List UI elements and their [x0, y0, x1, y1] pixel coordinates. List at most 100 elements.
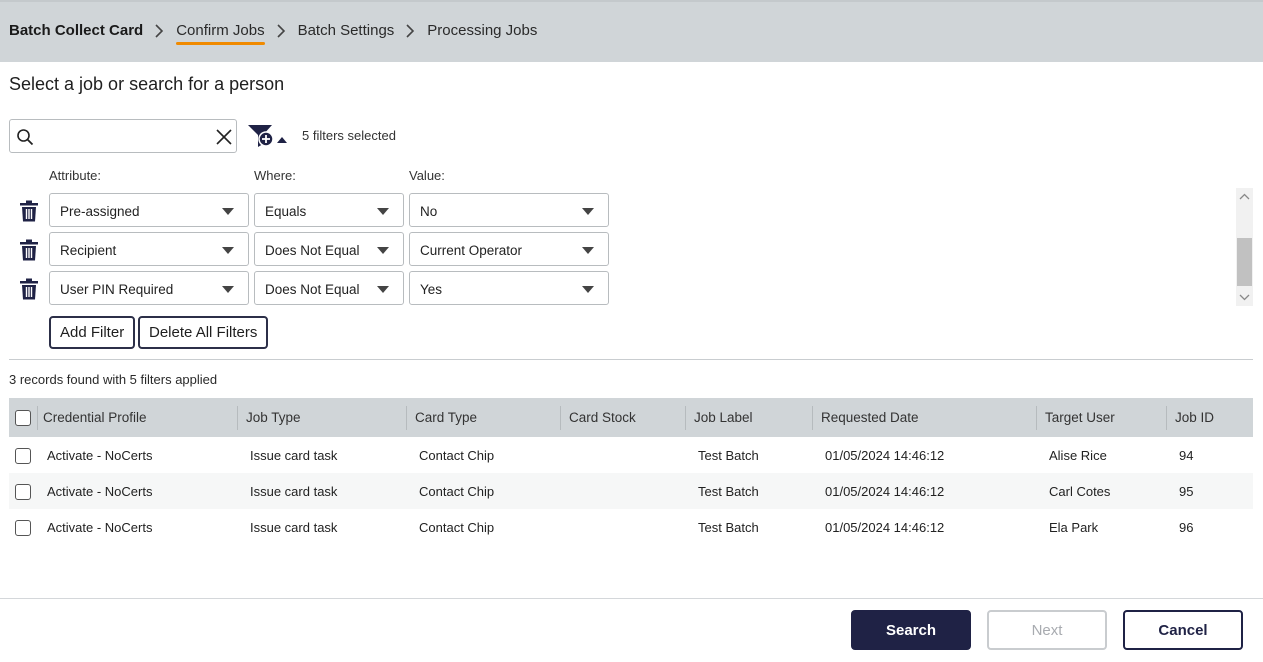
- chevron-right-icon: [276, 23, 285, 38]
- add-filter-button[interactable]: Add Filter: [49, 316, 136, 349]
- search-icon: [17, 129, 34, 146]
- trash-icon[interactable]: [19, 200, 39, 222]
- cell-job-label: Test Batch: [698, 448, 759, 463]
- row-checkbox[interactable]: [15, 484, 31, 500]
- cell-requested-date: 01/05/2024 14:46:12: [825, 448, 945, 463]
- trash-icon[interactable]: [19, 278, 39, 300]
- breadcrumb-bar: Batch Collect Card Confirm Jobs Batch Se…: [0, 0, 1263, 62]
- breadcrumb-item-confirm-jobs[interactable]: Confirm Jobs: [176, 22, 265, 45]
- filter-value-select[interactable]: Yes: [409, 271, 609, 305]
- select-all-checkbox[interactable]: [15, 410, 31, 426]
- column-divider: [1036, 406, 1037, 430]
- cell-target-user: Alise Rice: [1049, 448, 1107, 463]
- filter-where-select[interactable]: Equals: [254, 193, 404, 227]
- column-divider: [237, 406, 238, 430]
- column-header-job-id[interactable]: Job ID: [1175, 410, 1214, 425]
- filter-value-header: Value:: [409, 168, 445, 183]
- scroll-down-icon[interactable]: [1236, 290, 1253, 304]
- table-row[interactable]: Activate - NoCerts Issue card task Conta…: [9, 509, 1253, 545]
- filter-attribute-select[interactable]: Pre-assigned: [49, 193, 249, 227]
- column-divider: [37, 406, 38, 430]
- cell-job-type: Issue card task: [250, 448, 338, 463]
- scroll-up-icon[interactable]: [1236, 190, 1253, 204]
- page-title: Select a job or search for a person: [9, 74, 285, 94]
- filter-row: Recipient Does Not Equal Current Operato…: [0, 232, 620, 266]
- records-summary: 3 records found with 5 filters applied: [9, 372, 218, 387]
- select-value: No: [420, 204, 438, 219]
- cancel-button[interactable]: Cancel: [1123, 610, 1243, 650]
- breadcrumb-item-batch-collect-card[interactable]: Batch Collect Card: [9, 22, 143, 39]
- divider: [9, 359, 1253, 360]
- cell-job-id: 95: [1179, 484, 1194, 499]
- filter-attribute-select[interactable]: User PIN Required: [49, 271, 249, 305]
- select-value: Yes: [420, 282, 443, 297]
- column-divider: [1166, 406, 1167, 430]
- cell-target-user: Ela Park: [1049, 520, 1099, 535]
- filter-list-scrollbar[interactable]: [1236, 188, 1253, 306]
- cell-job-label: Test Batch: [698, 484, 759, 499]
- caret-down-icon: [582, 208, 594, 215]
- delete-all-filters-button[interactable]: Delete All Filters: [138, 316, 269, 349]
- select-value: Pre-assigned: [60, 204, 140, 219]
- filter-row: User PIN Required Does Not Equal Yes: [0, 271, 620, 305]
- select-value: Equals: [265, 204, 307, 219]
- search-button[interactable]: Search: [851, 610, 971, 650]
- cell-job-type: Issue card task: [250, 520, 338, 535]
- filters-selected-count: 5 filters selected: [302, 128, 396, 143]
- table-header: Credential Profile Job Type Card Type Ca…: [9, 398, 1253, 437]
- table-row[interactable]: Activate - NoCerts Issue card task Conta…: [9, 473, 1253, 509]
- filter-list: Pre-assigned Equals No Recipient Does No…: [0, 188, 1253, 306]
- close-icon[interactable]: [215, 128, 233, 146]
- filter-where-header: Where:: [254, 168, 296, 183]
- chevron-right-icon: [406, 23, 415, 38]
- cell-requested-date: 01/05/2024 14:46:12: [825, 520, 945, 535]
- row-checkbox[interactable]: [15, 448, 31, 464]
- column-header-card-type[interactable]: Card Type: [415, 410, 477, 425]
- filter-add-icon[interactable]: [247, 123, 291, 149]
- cell-job-id: 94: [1179, 448, 1194, 463]
- cell-job-id: 96: [1179, 520, 1194, 535]
- column-header-requested-date[interactable]: Requested Date: [821, 410, 919, 425]
- select-value: Recipient: [60, 243, 117, 258]
- next-button[interactable]: Next: [987, 610, 1107, 650]
- cell-credential-profile: Activate - NoCerts: [47, 484, 153, 499]
- filter-value-select[interactable]: Current Operator: [409, 232, 609, 266]
- caret-down-icon: [582, 286, 594, 293]
- column-divider: [406, 406, 407, 430]
- select-value: User PIN Required: [60, 282, 174, 297]
- cell-credential-profile: Activate - NoCerts: [47, 448, 153, 463]
- column-header-target-user[interactable]: Target User: [1045, 410, 1115, 425]
- breadcrumb-item-processing-jobs[interactable]: Processing Jobs: [427, 22, 537, 39]
- cell-job-type: Issue card task: [250, 484, 338, 499]
- cell-job-label: Test Batch: [698, 520, 759, 535]
- row-checkbox[interactable]: [15, 520, 31, 536]
- select-value: Does Not Equal: [265, 282, 360, 297]
- filter-attribute-select[interactable]: Recipient: [49, 232, 249, 266]
- scrollbar-thumb[interactable]: [1237, 238, 1252, 286]
- select-value: Current Operator: [420, 243, 523, 258]
- caret-down-icon: [377, 208, 389, 215]
- filter-where-select[interactable]: Does Not Equal: [254, 232, 404, 266]
- breadcrumb-item-batch-settings[interactable]: Batch Settings: [298, 22, 395, 39]
- filter-where-select[interactable]: Does Not Equal: [254, 271, 404, 305]
- caret-down-icon: [222, 208, 234, 215]
- caret-down-icon: [377, 286, 389, 293]
- table-row[interactable]: Activate - NoCerts Issue card task Conta…: [9, 437, 1253, 473]
- cell-requested-date: 01/05/2024 14:46:12: [825, 484, 945, 499]
- breadcrumb: Batch Collect Card Confirm Jobs Batch Se…: [9, 22, 537, 45]
- column-header-card-stock[interactable]: Card Stock: [569, 410, 636, 425]
- cell-card-type: Contact Chip: [419, 520, 495, 535]
- column-header-credential-profile[interactable]: Credential Profile: [43, 410, 147, 425]
- filter-value-select[interactable]: No: [409, 193, 609, 227]
- cell-target-user: Carl Cotes: [1049, 484, 1111, 499]
- footer-divider: [0, 598, 1263, 599]
- trash-icon[interactable]: [19, 239, 39, 261]
- column-header-job-type[interactable]: Job Type: [246, 410, 301, 425]
- column-header-job-label[interactable]: Job Label: [694, 410, 753, 425]
- filter-attribute-header: Attribute:: [49, 168, 102, 183]
- chevron-right-icon: [155, 23, 164, 38]
- column-divider: [685, 406, 686, 430]
- caret-down-icon: [377, 247, 389, 254]
- search-input[interactable]: [40, 124, 210, 148]
- select-value: Does Not Equal: [265, 243, 360, 258]
